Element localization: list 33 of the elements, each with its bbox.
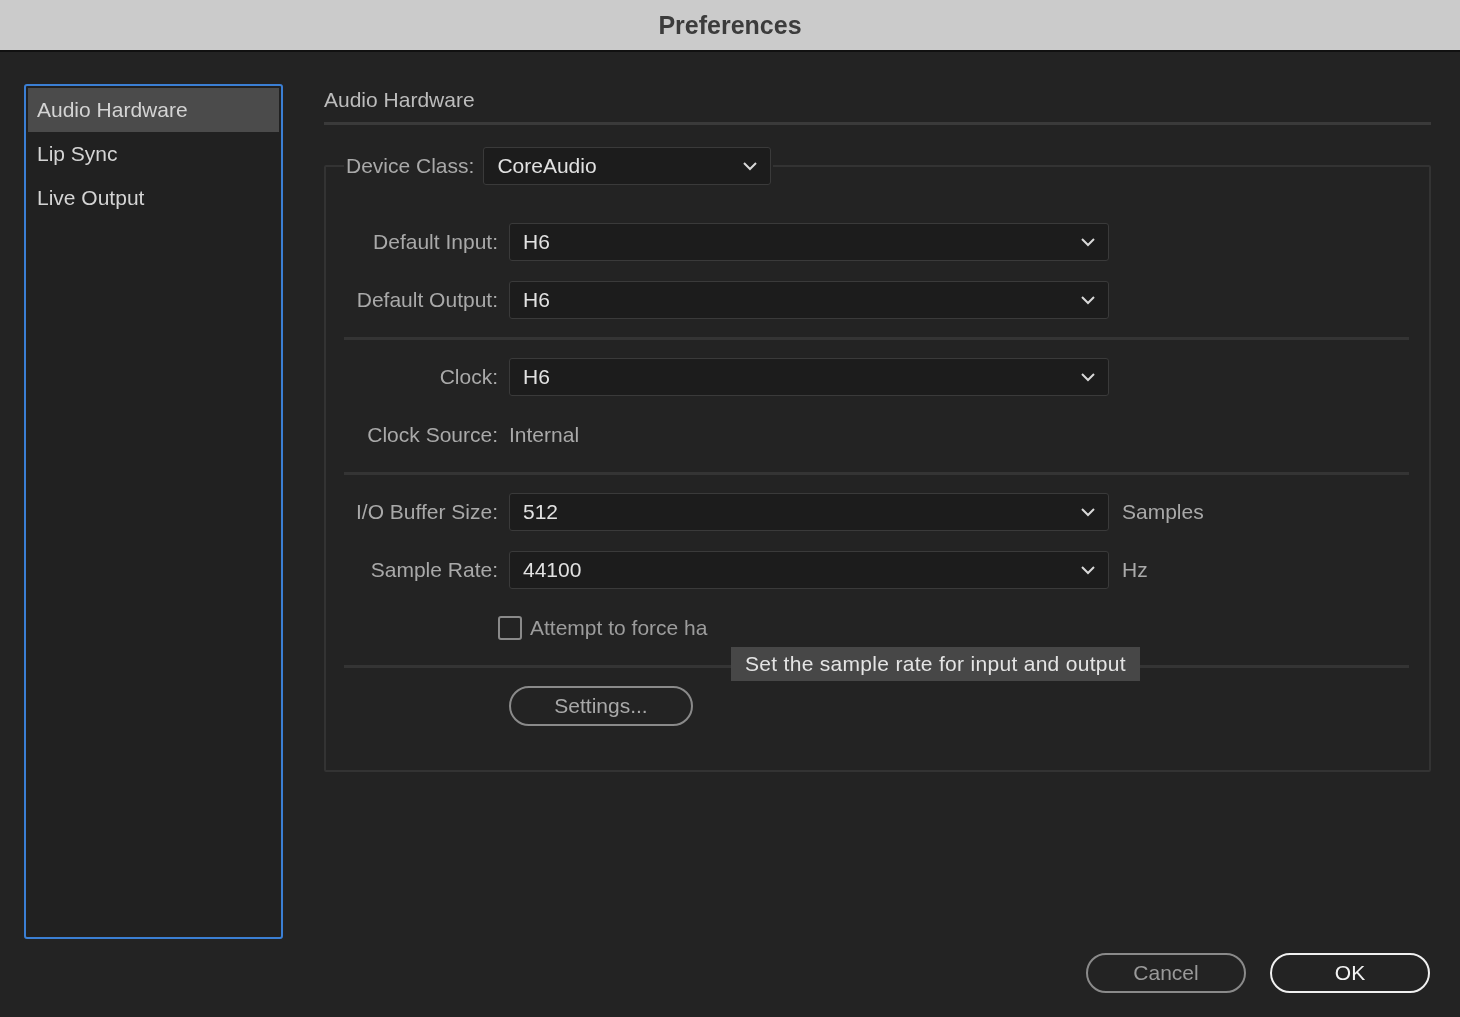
field-label: Clock: [439,365,498,389]
field-label: Clock Source: [367,423,498,447]
sidebar-item[interactable]: Live Output [28,176,279,220]
unit-label: Hz [1122,558,1148,582]
settings-button[interactable]: Settings... [509,686,693,726]
sidebar-item[interactable]: Audio Hardware [28,88,279,132]
chevron-down-icon [742,161,759,171]
field-label: Device Class: [346,154,475,178]
dialog-button[interactable]: Cancel [1086,953,1246,993]
unit-label: Samples [1122,500,1204,524]
section-title: Audio Hardware [324,84,1431,125]
dialog-button[interactable]: OK [1270,953,1430,993]
chevron-down-icon [1080,565,1096,575]
window-title: Preferences [658,10,802,40]
tooltip: Set the sample rate for input and output [731,647,1140,681]
field-value: Internal [509,423,580,447]
dropdown[interactable]: H6 [509,281,1109,319]
chevron-down-icon [1080,295,1096,305]
dropdown[interactable]: CoreAudio [483,147,772,185]
checkbox-label: Attempt to force ha [530,616,708,640]
chevron-down-icon [1080,237,1096,247]
field-label: Default Output: [356,288,498,312]
checkbox[interactable] [498,616,522,640]
dropdown[interactable]: H6 [509,358,1109,396]
chevron-down-icon [1080,507,1096,517]
chevron-down-icon [1080,372,1096,382]
field-label: Sample Rate: [370,558,498,582]
dropdown[interactable]: H6 [509,223,1109,261]
sidebar-item[interactable]: Lip Sync [28,132,279,176]
field-label: I/O Buffer Size: [356,500,498,524]
dropdown[interactable]: 44100 [509,551,1109,589]
dropdown[interactable]: 512 [509,493,1109,531]
field-label: Default Input: [373,230,498,254]
